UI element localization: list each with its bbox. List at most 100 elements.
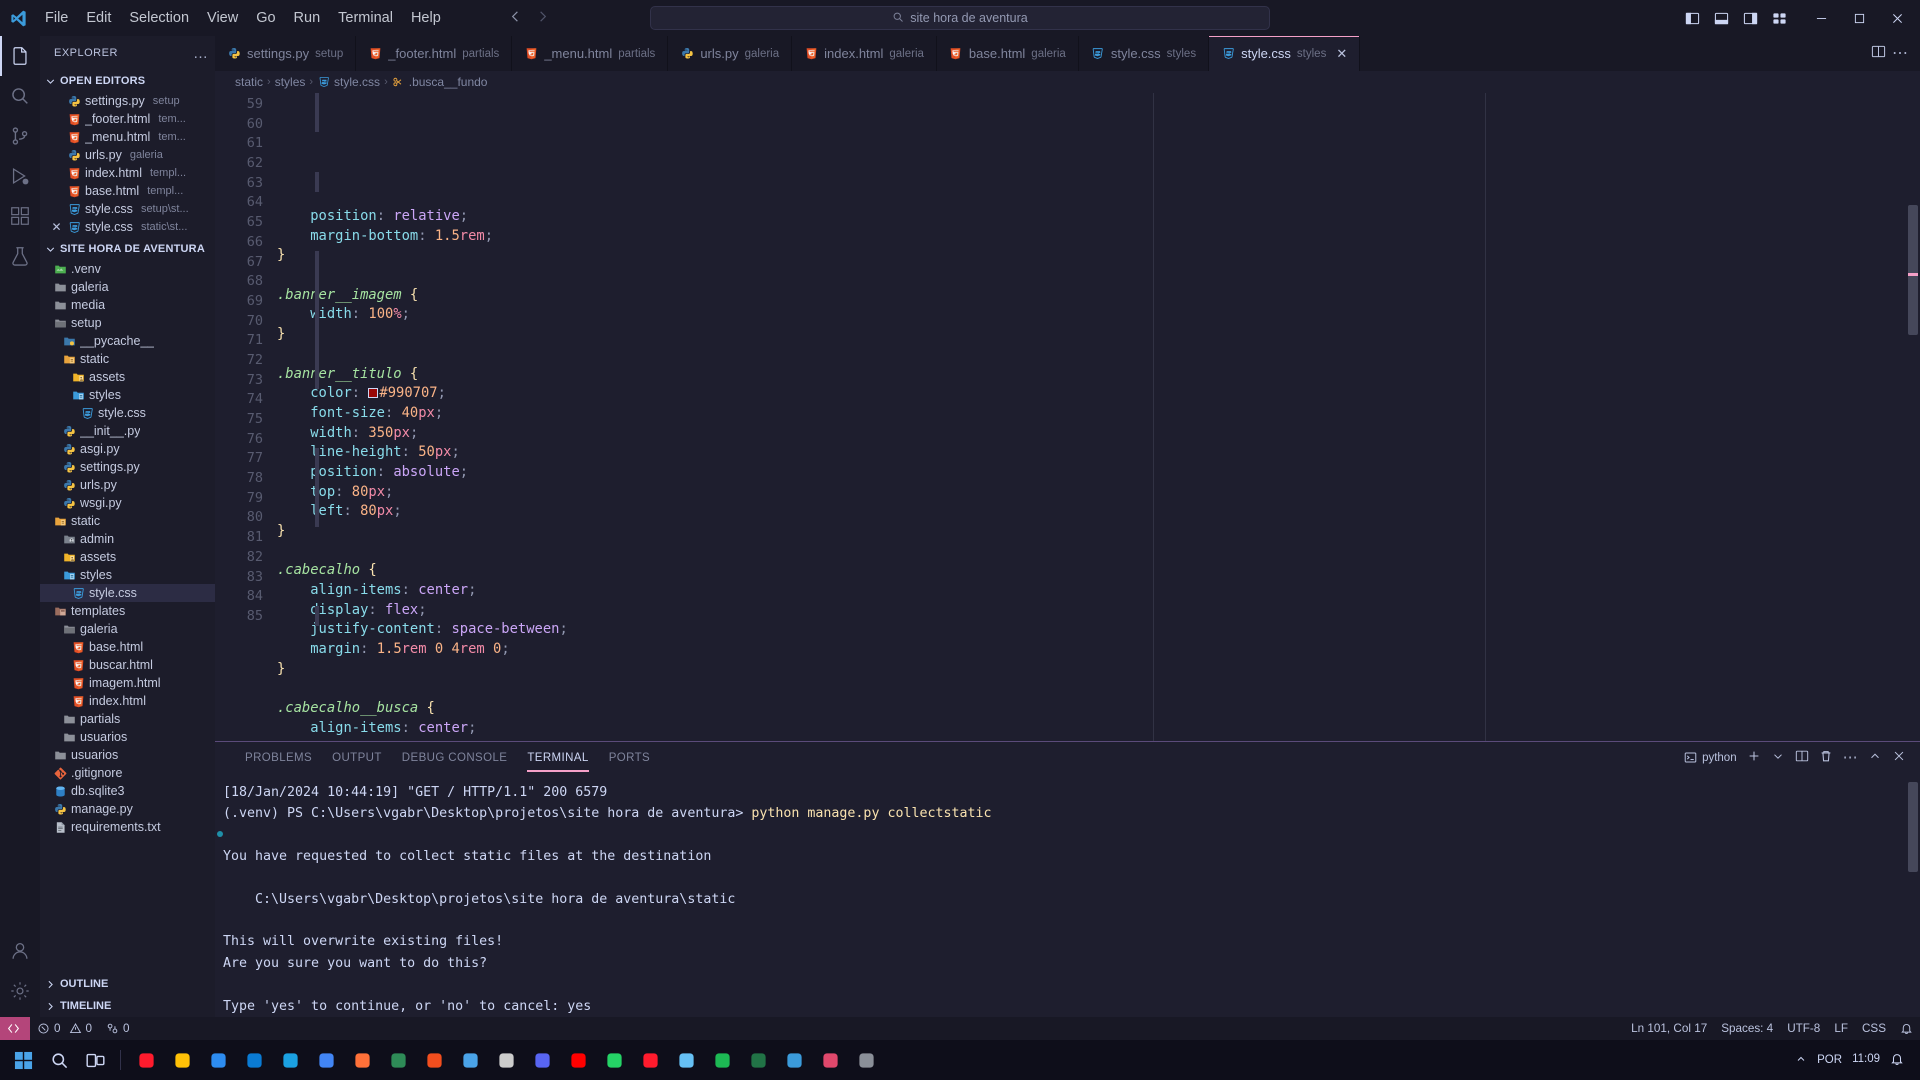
file-tree-folder[interactable]: templates — [40, 602, 215, 620]
notion-icon[interactable] — [489, 1043, 523, 1077]
paint-icon[interactable] — [813, 1043, 847, 1077]
open-editor-item[interactable]: _menu.html tem... — [40, 128, 215, 146]
taskbar-notification-icon[interactable] — [1890, 1052, 1904, 1069]
file-tree-folder[interactable]: setup — [40, 314, 215, 332]
cursor-position[interactable]: Ln 101, Col 17 — [1624, 1017, 1714, 1040]
open-editor-item[interactable]: index.html templ... — [40, 164, 215, 182]
editor-scrollbar[interactable] — [1906, 93, 1920, 741]
file-tree-folder[interactable]: static — [40, 350, 215, 368]
youtube-icon[interactable] — [561, 1043, 595, 1077]
taskbar-pinned-apps[interactable] — [129, 1043, 883, 1077]
discord-icon[interactable] — [525, 1043, 559, 1077]
problems-status[interactable]: 0 0 — [30, 1017, 99, 1040]
menu-bar[interactable]: File Edit Selection View Go Run Terminal… — [36, 6, 450, 30]
navigate-back-icon[interactable] — [508, 9, 523, 27]
activity-settings-gear-icon[interactable] — [0, 971, 40, 1011]
window-close-button[interactable] — [1878, 1, 1916, 35]
taskbar-language[interactable]: POR — [1817, 1054, 1842, 1066]
file-tree-folder[interactable]: admin — [40, 530, 215, 548]
breadcrumb-item[interactable]: .busca__fundo — [392, 75, 487, 89]
file-tree-file[interactable]: __init__.py — [40, 422, 215, 440]
eol-status[interactable]: LF — [1827, 1017, 1855, 1040]
calculator-icon[interactable] — [849, 1043, 883, 1077]
panel-tab-ports[interactable]: PORTS — [599, 742, 660, 774]
project-section[interactable]: SITE HORA DE AVENTURA — [40, 238, 215, 260]
file-tree-folder[interactable]: partials — [40, 710, 215, 728]
opera-icon[interactable] — [129, 1043, 163, 1077]
vscode-insiders-icon[interactable] — [381, 1043, 415, 1077]
file-tree-folder[interactable]: assets — [40, 548, 215, 566]
file-tree-file[interactable]: buscar.html — [40, 656, 215, 674]
activity-search[interactable] — [0, 76, 40, 116]
maximize-panel-icon[interactable] — [1868, 749, 1882, 766]
panel-tab-problems[interactable]: PROBLEMS — [235, 742, 322, 774]
store-icon[interactable] — [201, 1043, 235, 1077]
activity-run-and-debug[interactable] — [0, 156, 40, 196]
terminal-dropdown-chevron-icon[interactable] — [1771, 749, 1785, 766]
encoding-status[interactable]: UTF-8 — [1780, 1017, 1827, 1040]
file-tree-file[interactable]: settings.py — [40, 458, 215, 476]
file-tree-file[interactable]: style.css — [40, 584, 215, 602]
excel-icon[interactable] — [741, 1043, 775, 1077]
menu-run[interactable]: Run — [285, 6, 330, 30]
file-tree-folder[interactable]: __pycache__ — [40, 332, 215, 350]
file-tree-folder[interactable]: styles — [40, 386, 215, 404]
split-editor-icon[interactable] — [1871, 44, 1886, 64]
file-tree-file[interactable]: imagem.html — [40, 674, 215, 692]
remote-window-button[interactable] — [0, 1017, 30, 1040]
breadcrumb-item[interactable]: style.css — [317, 75, 380, 89]
open-editor-item[interactable]: _footer.html tem... — [40, 110, 215, 128]
spotify-icon[interactable] — [705, 1043, 739, 1077]
file-tree-file[interactable]: style.css — [40, 404, 215, 422]
editor-tab[interactable]: index.html galeria — [792, 36, 937, 71]
activity-extensions[interactable] — [0, 196, 40, 236]
activity-source-control[interactable] — [0, 116, 40, 156]
menu-selection[interactable]: Selection — [120, 6, 198, 30]
breadcrumb[interactable]: static › styles › style.css › .busca__fundo — [215, 71, 1920, 93]
open-editors-section[interactable]: OPEN EDITORS — [40, 70, 215, 92]
panel-more-actions-icon[interactable]: ⋯ — [1843, 750, 1858, 765]
start-windows-icon[interactable] — [6, 1043, 40, 1077]
terminal-output[interactable]: [18/Jan/2024 10:44:19] "GET / HTTP/1.1" … — [215, 774, 1920, 1017]
file-tree-file[interactable]: wsgi.py — [40, 494, 215, 512]
editor-tab[interactable]: _menu.html partials — [512, 36, 669, 71]
panel-tab-terminal[interactable]: TERMINAL — [517, 742, 598, 774]
file-tree-folder[interactable]: styles — [40, 566, 215, 584]
new-terminal-icon[interactable] — [1747, 749, 1761, 766]
firefox-icon[interactable] — [345, 1043, 379, 1077]
menu-go[interactable]: Go — [247, 6, 284, 30]
editor-more-actions-icon[interactable]: ⋯ — [1892, 45, 1908, 62]
panel-tab-output[interactable]: OUTPUT — [322, 742, 392, 774]
navigate-forward-icon[interactable] — [535, 9, 550, 27]
panel-tab-bar[interactable]: PROBLEMS OUTPUT DEBUG CONSOLE TERMINAL PORTS… — [215, 742, 1920, 774]
file-tree-folder[interactable]: usuarios — [40, 728, 215, 746]
window-minimize-button[interactable] — [1802, 1, 1840, 35]
whatsapp-icon[interactable] — [597, 1043, 631, 1077]
chrome-icon[interactable] — [309, 1043, 343, 1077]
menu-help[interactable]: Help — [402, 6, 450, 30]
menu-file[interactable]: File — [36, 6, 77, 30]
file-tree-file[interactable]: asgi.py — [40, 440, 215, 458]
window-maximize-button[interactable] — [1840, 1, 1878, 35]
editor-tab[interactable]: base.html galeria — [936, 36, 1079, 71]
editor-tab[interactable]: style.css styles ✕ — [1209, 36, 1361, 71]
close-editor-icon[interactable]: ✕ — [50, 221, 63, 233]
timeline-section[interactable]: TIMELINE — [40, 995, 215, 1017]
editor-tab[interactable]: _footer.html partials — [356, 36, 513, 71]
file-tree-file[interactable]: .gitignore — [40, 764, 215, 782]
file-tree-file[interactable]: index.html — [40, 692, 215, 710]
open-editor-item[interactable]: style.css setup\st... — [40, 200, 215, 218]
file-tree-folder[interactable]: usuarios — [40, 746, 215, 764]
panel-actions[interactable]: python ⋯ — [1684, 749, 1920, 766]
close-panel-icon[interactable] — [1892, 749, 1906, 766]
terminal-shell-selector[interactable]: python — [1684, 751, 1737, 764]
ports-status[interactable]: 0 — [99, 1017, 137, 1040]
file-tree-folder[interactable]: .venv — [40, 260, 215, 278]
opera-gx-icon[interactable] — [633, 1043, 667, 1077]
file-tree-folder[interactable]: galeria — [40, 278, 215, 296]
taskbar-chevron-up-icon[interactable] — [1795, 1053, 1807, 1068]
file-explorer-icon[interactable] — [165, 1043, 199, 1077]
open-editor-item[interactable]: ✕ style.css static\st... — [40, 218, 215, 236]
outline-section[interactable]: OUTLINE — [40, 973, 215, 995]
file-tree-file[interactable]: manage.py — [40, 800, 215, 818]
